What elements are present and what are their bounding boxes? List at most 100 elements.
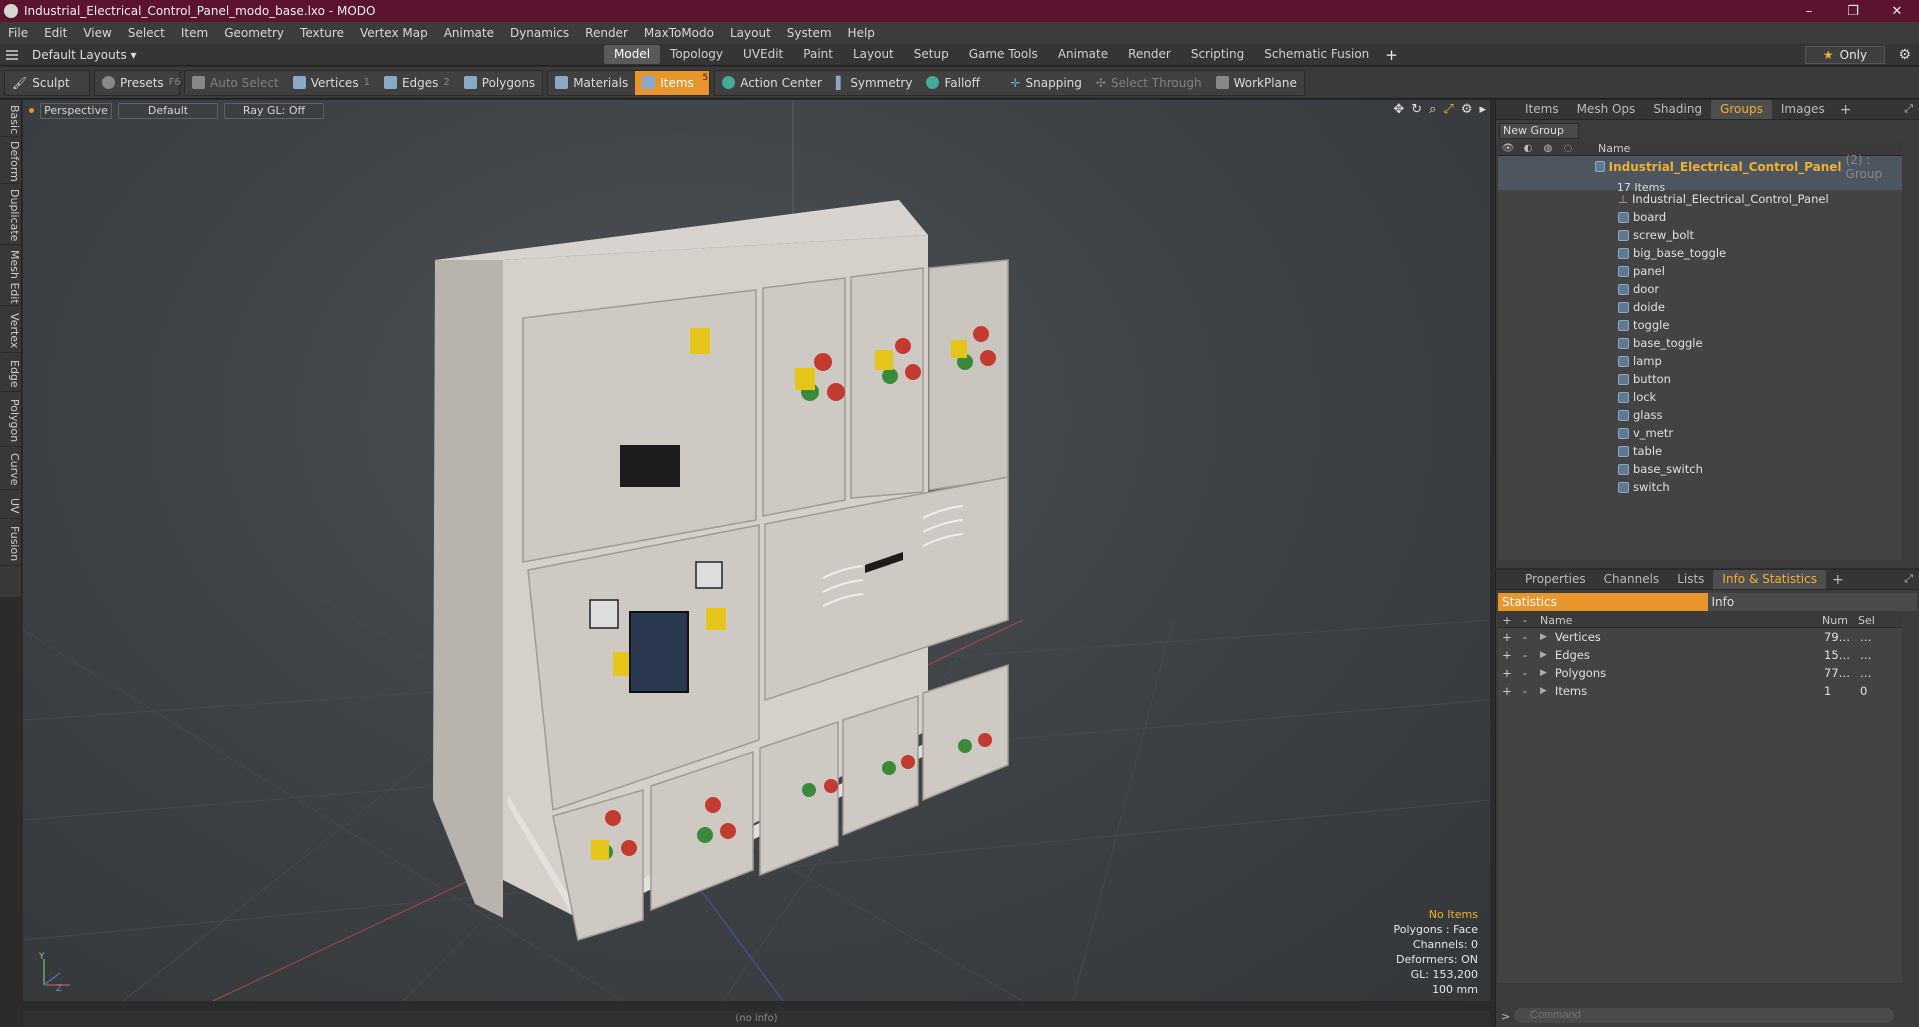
snapping-button[interactable]: ✛ Snapping <box>1003 71 1088 95</box>
auto-select-button[interactable]: Auto Select <box>185 71 286 95</box>
visibility-column-icon[interactable]: 👁 <box>1498 143 1518 154</box>
tab-topology[interactable]: Topology <box>660 45 733 64</box>
left-tab-mesh-edit[interactable]: Mesh Edit <box>1 248 21 306</box>
left-tab-edge[interactable]: Edge <box>1 356 21 392</box>
groups-panel-expand-icon[interactable]: ⤢ <box>1904 102 1913 116</box>
remove-icon[interactable]: - <box>1516 684 1534 698</box>
3d-viewport[interactable]: Perspective Default Ray GL: Off ✥ ↻ ⌕ ⤢ … <box>23 100 1490 1001</box>
expand-arrow-icon[interactable]: ▶ <box>1534 650 1547 660</box>
add-icon[interactable]: + <box>1498 648 1516 662</box>
subtab-info[interactable]: Info <box>1707 593 1917 611</box>
expand-arrow-icon[interactable]: ▶ <box>1534 668 1547 678</box>
tab-schematic-fusion[interactable]: Schematic Fusion <box>1254 45 1379 64</box>
menu-view[interactable]: View <box>75 22 119 44</box>
select-through-button[interactable]: ✣ Select Through <box>1089 71 1209 95</box>
lock-column-icon[interactable]: ◍ <box>1538 143 1558 154</box>
new-group-button[interactable]: New Group <box>1499 123 1579 139</box>
subtab-statistics[interactable]: Statistics <box>1498 593 1708 611</box>
menu-render[interactable]: Render <box>577 22 636 44</box>
stats-row-edges[interactable]: + - ▶ Edges 15… … <box>1498 646 1902 664</box>
fit-icon[interactable]: ⤢ <box>1443 102 1453 117</box>
group-item-row[interactable]: screw_bolt <box>1498 226 1902 244</box>
group-item-row[interactable]: panel <box>1498 262 1902 280</box>
left-tab-polygon[interactable]: Polygon <box>1 395 21 447</box>
view-mode-selector[interactable]: Perspective <box>40 102 112 119</box>
pan-icon[interactable]: ✥ <box>1393 102 1404 117</box>
raygl-toggle[interactable]: Ray GL: Off <box>224 102 324 119</box>
gear-icon[interactable]: ⚙ <box>1898 47 1911 63</box>
close-button[interactable]: ✕ <box>1875 0 1919 22</box>
left-tab-vertex[interactable]: Vertex <box>1 309 21 353</box>
menu-layout[interactable]: Layout <box>722 22 779 44</box>
items-button[interactable]: Items 5 <box>635 70 710 95</box>
add-icon[interactable]: + <box>1498 684 1516 698</box>
menu-texture[interactable]: Texture <box>292 22 352 44</box>
menu-item[interactable]: Item <box>173 22 216 44</box>
sculpt-button[interactable]: 🖌 Sculpt <box>5 71 77 95</box>
tab-setup[interactable]: Setup <box>904 45 959 64</box>
tab-channels[interactable]: Channels <box>1595 570 1669 589</box>
group-item-row[interactable]: v_metr <box>1498 424 1902 442</box>
expand-arrow-icon[interactable]: ▶ <box>1534 632 1547 642</box>
tab-scripting[interactable]: Scripting <box>1181 45 1254 64</box>
group-item-row[interactable]: lamp <box>1498 352 1902 370</box>
polygons-button[interactable]: Polygons <box>457 71 542 95</box>
edges-button[interactable]: Edges 2 <box>377 71 457 95</box>
left-tab-deform[interactable]: Deform <box>1 140 21 184</box>
group-item-row[interactable]: door <box>1498 280 1902 298</box>
group-item-row[interactable]: glass <box>1498 406 1902 424</box>
layout-selector[interactable]: Default Layouts ▾ <box>0 48 604 62</box>
tab-shading[interactable]: Shading <box>1644 100 1711 119</box>
root-group-row[interactable]: Industrial_Electrical_Control_Panel (2) … <box>1498 153 1902 194</box>
rotate-icon[interactable]: ↻ <box>1411 102 1422 117</box>
left-tab-uv[interactable]: UV <box>1 493 21 519</box>
stats-panel-expand-icon[interactable]: ⤢ <box>1904 572 1913 586</box>
tab-layout[interactable]: Layout <box>843 45 904 64</box>
group-item-row[interactable]: lock <box>1498 388 1902 406</box>
menu-geometry[interactable]: Geometry <box>216 22 292 44</box>
action-center-button[interactable]: Action Center <box>715 71 829 95</box>
menu-vertex-map[interactable]: Vertex Map <box>352 22 436 44</box>
stats-row-vertices[interactable]: + - ▶ Vertices 79… … <box>1498 628 1902 646</box>
tab-uvedit[interactable]: UVEdit <box>733 45 793 64</box>
tab-images[interactable]: Images <box>1772 100 1834 119</box>
tab-game-tools[interactable]: Game Tools <box>959 45 1048 64</box>
menu-dynamics[interactable]: Dynamics <box>502 22 577 44</box>
group-item-row[interactable]: toggle <box>1498 316 1902 334</box>
left-tab-curve[interactable]: Curve <box>1 450 21 490</box>
tab-items[interactable]: Items <box>1516 100 1568 119</box>
viewport-expand-icon[interactable]: ▸ <box>1479 102 1486 117</box>
tab-groups[interactable]: Groups <box>1711 100 1772 119</box>
menu-maxtomodo[interactable]: MaxToModo <box>636 22 722 44</box>
add-icon[interactable]: + <box>1498 666 1516 680</box>
minimize-button[interactable]: – <box>1787 0 1831 22</box>
tab-animate[interactable]: Animate <box>1048 45 1118 64</box>
remove-icon[interactable]: - <box>1516 630 1534 644</box>
menu-system[interactable]: System <box>779 22 840 44</box>
tab-lists[interactable]: Lists <box>1668 570 1713 589</box>
tab-info-statistics[interactable]: Info & Statistics <box>1713 570 1826 589</box>
left-tab-duplicate[interactable]: Duplicate <box>1 187 21 245</box>
zoom-icon[interactable]: ⌕ <box>1429 102 1436 117</box>
add-tab-button[interactable]: + <box>1379 46 1404 64</box>
remove-icon[interactable]: - <box>1516 648 1534 662</box>
tab-model[interactable]: Model <box>604 45 661 64</box>
group-item-row[interactable]: table <box>1498 442 1902 460</box>
collapse-all-icon[interactable]: - <box>1516 614 1534 627</box>
shading-mode-selector[interactable]: Default <box>118 102 218 119</box>
left-tab-basic[interactable]: Basic <box>1 103 21 137</box>
viewport-gear-icon[interactable]: ⚙ <box>1461 102 1473 117</box>
group-item-row[interactable]: board <box>1498 208 1902 226</box>
expand-all-icon[interactable]: + <box>1498 614 1516 627</box>
groups-add-tab-button[interactable]: + <box>1834 102 1858 118</box>
group-item-row[interactable]: base_toggle <box>1498 334 1902 352</box>
command-input[interactable] <box>1514 1008 1894 1023</box>
menu-select[interactable]: Select <box>120 22 173 44</box>
group-item-row[interactable]: big_base_toggle <box>1498 244 1902 262</box>
tab-paint[interactable]: Paint <box>793 45 843 64</box>
group-item-row[interactable]: doide <box>1498 298 1902 316</box>
viewport-menu-dot[interactable] <box>29 108 34 113</box>
vertices-button[interactable]: Vertices 1 <box>286 71 377 95</box>
stats-row-items[interactable]: + - ▶ Items 1 0 <box>1498 682 1902 700</box>
workplane-button[interactable]: WorkPlane <box>1209 71 1304 95</box>
